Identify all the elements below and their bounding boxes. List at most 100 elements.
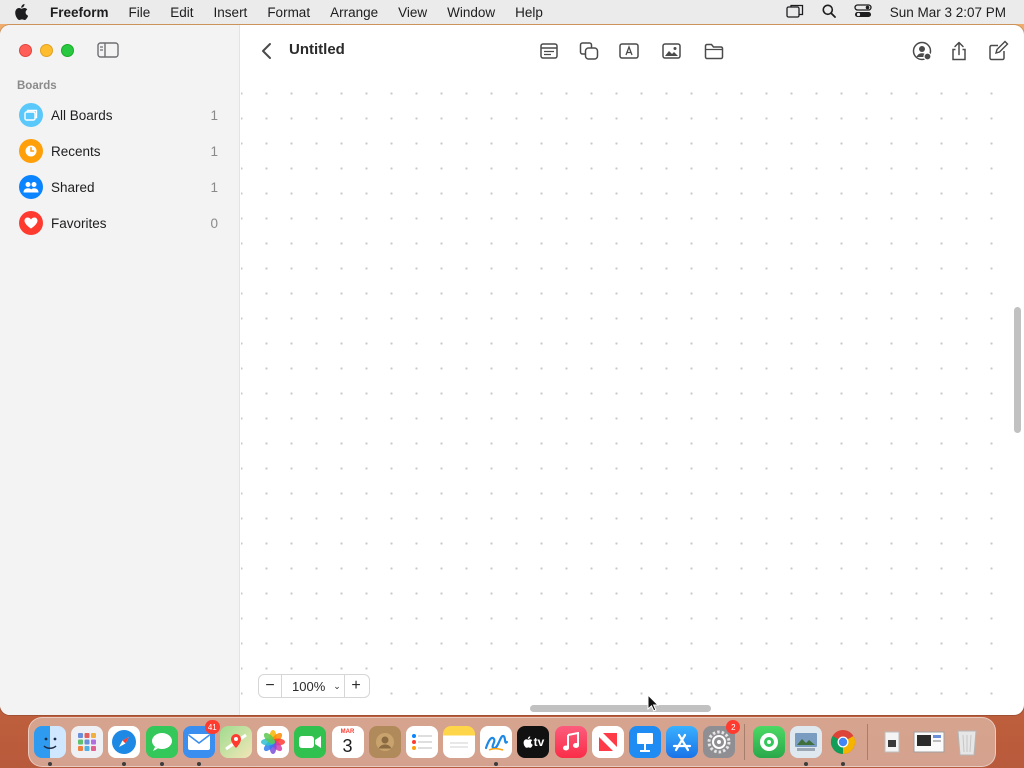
board-toolbar: Untitled <box>241 25 1024 77</box>
zoom-control: − 100% ⌄ + <box>258 674 370 698</box>
tv-label: tv <box>533 735 545 749</box>
dock-separator <box>743 724 745 760</box>
menu-window[interactable]: Window <box>447 5 495 20</box>
dock-facetime-icon[interactable] <box>294 726 327 758</box>
spotlight-search-icon[interactable] <box>822 4 836 21</box>
sidebar-item-count: 1 <box>210 107 218 123</box>
sidebar-item-count: 0 <box>210 215 218 231</box>
sidebar-item-shared[interactable]: Shared 1 <box>10 169 230 205</box>
sidebar-item-favorites[interactable]: Favorites 0 <box>10 205 230 241</box>
menu-clock[interactable]: Sun Mar 3 2:07 PM <box>890 5 1006 20</box>
dock-system-settings-icon[interactable]: 2 <box>703 720 741 758</box>
board-title[interactable]: Untitled <box>289 41 345 58</box>
back-chevron-icon[interactable] <box>259 41 275 61</box>
running-indicator <box>840 762 845 766</box>
all-boards-icon <box>19 103 43 127</box>
share-icon[interactable] <box>948 40 970 62</box>
dock-downloads-stack-icon[interactable] <box>876 726 908 758</box>
zoom-dropdown-chevron-icon[interactable]: ⌄ <box>330 681 344 692</box>
running-indicator <box>122 762 127 766</box>
sidebar-toggle-icon[interactable] <box>97 42 119 58</box>
dock-mail-icon[interactable]: 41 <box>182 720 220 766</box>
mouse-pointer-icon <box>647 693 660 712</box>
settings-update-badge: 2 <box>726 720 741 734</box>
running-indicator <box>494 762 499 766</box>
sidebar-item-count: 1 <box>210 143 218 159</box>
control-center-icon[interactable] <box>854 3 872 21</box>
media-icon[interactable] <box>661 40 683 62</box>
dock-preview-icon[interactable] <box>789 726 822 766</box>
horizontal-scrollbar[interactable] <box>530 705 711 712</box>
calendar-month: MAR <box>340 729 355 735</box>
dock-keynote-icon[interactable] <box>629 726 661 758</box>
dock-app-store-icon[interactable] <box>666 726 699 758</box>
sidebar: Boards All Boards 1 Recents 1 Shared 1 F… <box>0 25 240 715</box>
zoom-in-button[interactable]: + <box>345 675 367 697</box>
board-canvas[interactable] <box>241 77 1010 703</box>
zoom-out-button[interactable]: − <box>259 675 281 697</box>
shapes-icon[interactable] <box>578 40 600 62</box>
text-box-icon[interactable] <box>618 40 640 62</box>
dock-chrome-icon[interactable] <box>827 726 859 766</box>
menu-insert[interactable]: Insert <box>214 5 248 20</box>
menu-app-name[interactable]: Freeform <box>50 5 109 20</box>
calendar-day: 3 <box>342 736 353 756</box>
sidebar-item-label: All Boards <box>51 107 113 123</box>
dock-photos-icon[interactable] <box>257 726 290 758</box>
dock-find-my-icon[interactable] <box>752 726 785 758</box>
menu-arrange[interactable]: Arrange <box>330 5 378 20</box>
dock-news-icon[interactable] <box>591 726 624 758</box>
sidebar-section-boards: Boards <box>17 80 57 92</box>
close-window-button[interactable] <box>19 44 32 57</box>
dock-launchpad-icon[interactable] <box>71 726 104 758</box>
dock-trash-icon[interactable] <box>951 726 983 758</box>
running-indicator <box>803 762 808 766</box>
dock-messages-icon[interactable] <box>145 726 178 766</box>
dock-maps-icon[interactable] <box>219 726 252 758</box>
dock-freeform-icon[interactable] <box>480 726 513 766</box>
vertical-scrollbar[interactable] <box>1014 307 1021 433</box>
dock-contacts-icon[interactable] <box>368 726 401 758</box>
sticky-note-icon[interactable] <box>538 40 560 62</box>
dock-notes-icon[interactable] <box>443 726 476 758</box>
dock-finder-icon[interactable] <box>34 726 66 766</box>
dock-tv-icon[interactable]: tv <box>517 726 550 758</box>
sidebar-item-recents[interactable]: Recents 1 <box>10 133 230 169</box>
dock-calendar-icon[interactable]: MAR 3 <box>331 726 364 758</box>
freeform-window: Boards All Boards 1 Recents 1 Shared 1 F… <box>0 25 1024 715</box>
dock-music-icon[interactable] <box>554 726 587 758</box>
mail-unread-badge: 41 <box>204 720 220 734</box>
sidebar-item-label: Favorites <box>51 215 107 231</box>
file-icon[interactable] <box>703 40 725 62</box>
dock-reminders-icon[interactable] <box>405 726 438 758</box>
menu-view[interactable]: View <box>398 5 427 20</box>
menu-edit[interactable]: Edit <box>170 5 193 20</box>
window-controls <box>19 44 74 57</box>
minimize-window-button[interactable] <box>40 44 53 57</box>
sidebar-item-label: Shared <box>51 179 95 195</box>
sidebar-item-count: 1 <box>210 179 218 195</box>
menu-help[interactable]: Help <box>515 5 543 20</box>
dock-screenshots-stack-icon[interactable] <box>913 726 945 758</box>
menu-file[interactable]: File <box>129 5 151 20</box>
menu-format[interactable]: Format <box>267 5 310 20</box>
collaborate-icon[interactable] <box>911 40 933 62</box>
maximize-window-button[interactable] <box>61 44 74 57</box>
zoom-divider <box>281 674 282 698</box>
sidebar-nav: All Boards 1 Recents 1 Shared 1 Favorite… <box>10 97 230 241</box>
dock: 41 MAR 3 tv 2 <box>28 717 996 767</box>
running-indicator <box>48 762 52 766</box>
zoom-level[interactable]: 100% <box>292 679 330 694</box>
dock-separator <box>867 724 869 760</box>
screen-mirroring-icon[interactable] <box>786 4 804 21</box>
dock-safari-icon[interactable] <box>108 726 141 766</box>
board-area: Untitled − 100% ⌄ + <box>241 25 1024 715</box>
people-icon <box>19 175 43 199</box>
heart-icon <box>19 211 43 235</box>
sidebar-item-all-boards[interactable]: All Boards 1 <box>10 97 230 133</box>
apple-menu-icon[interactable] <box>14 4 36 20</box>
running-indicator <box>196 762 201 766</box>
sidebar-item-label: Recents <box>51 143 101 159</box>
clock-icon <box>19 139 43 163</box>
new-board-icon[interactable] <box>987 40 1009 62</box>
